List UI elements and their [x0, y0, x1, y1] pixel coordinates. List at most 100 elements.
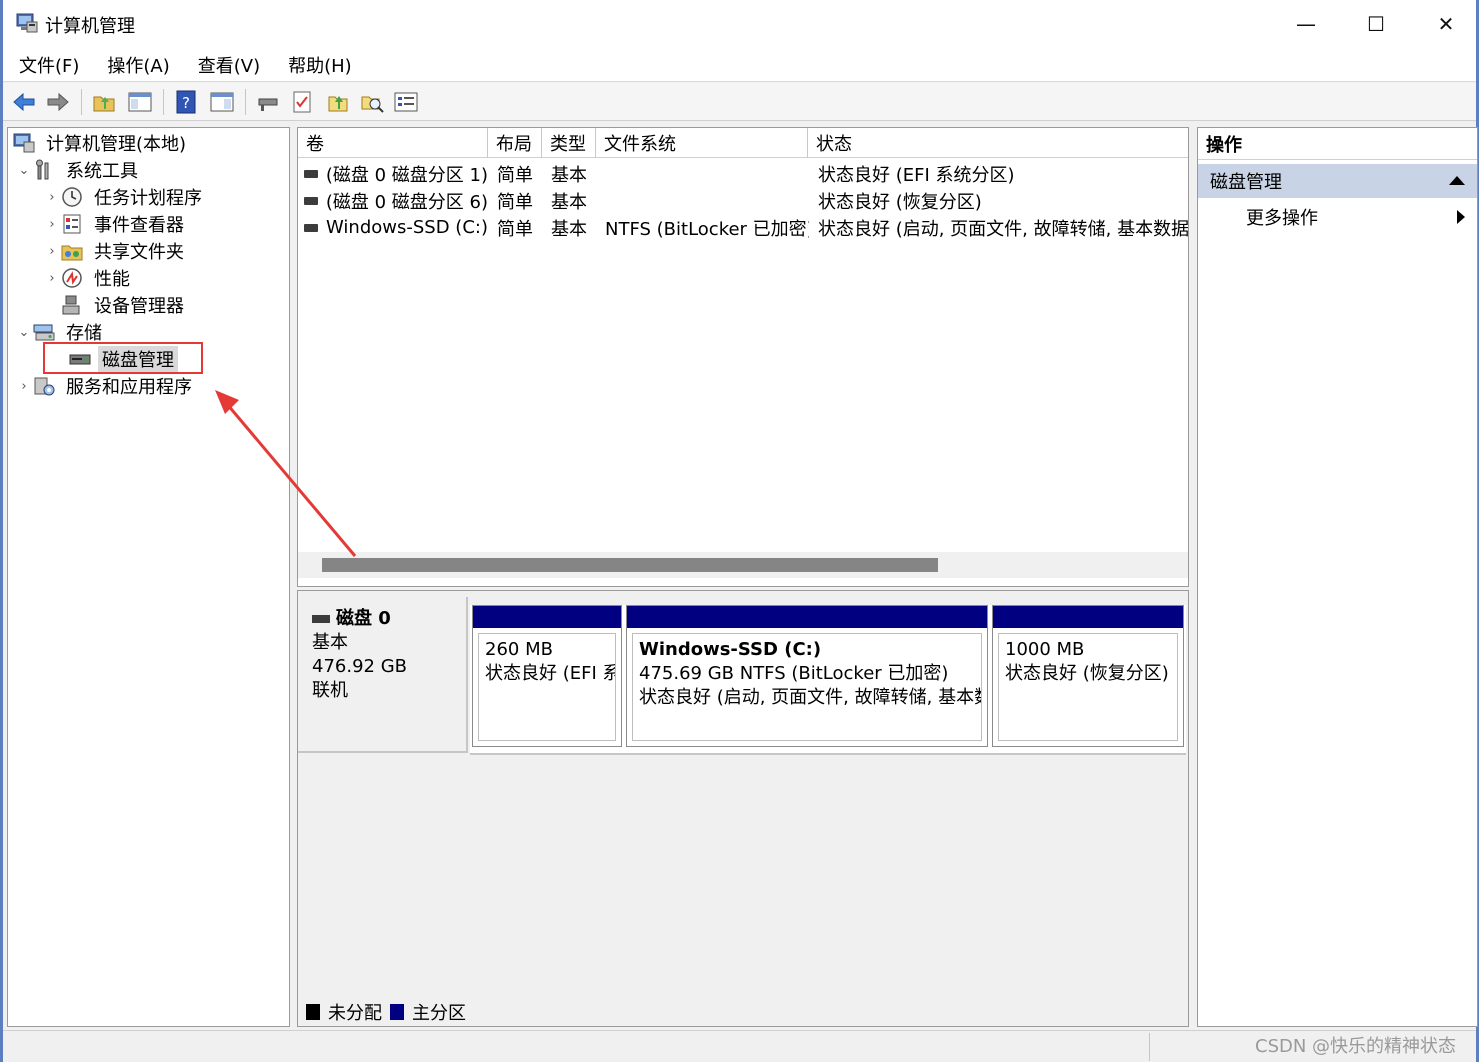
table-row[interactable]: Windows-SSD (C:) 简单 基本 NTFS (BitLocker 已… — [298, 214, 1188, 241]
cell-file-system: NTFS (BitLocker 已加密) — [605, 218, 809, 240]
close-button[interactable]: ✕ — [1423, 8, 1469, 40]
performance-icon — [62, 268, 82, 288]
primary-partition-bar — [473, 606, 621, 628]
search-folder-icon[interactable] — [359, 89, 385, 115]
menu-file[interactable]: 文件(F) — [17, 50, 81, 80]
title-bar[interactable]: 计算机管理 — ☐ ✕ — [3, 0, 1476, 48]
show-hide-action-pane-icon[interactable] — [209, 89, 235, 115]
submenu-arrow-icon[interactable] — [1457, 210, 1465, 224]
tree-label: 共享文件夹 — [94, 242, 184, 263]
chevron-right-icon[interactable]: › — [44, 217, 60, 232]
show-hide-tree-icon[interactable] — [127, 89, 153, 115]
partition-recovery[interactable]: 1000 MB 状态良好 (恢复分区) — [992, 605, 1184, 747]
window-title: 计算机管理 — [45, 16, 135, 37]
export-list-icon[interactable] — [325, 89, 351, 115]
forward-arrow-icon[interactable] — [45, 89, 71, 115]
cell-type: 基本 — [551, 191, 587, 213]
scrollbar-thumb[interactable] — [322, 558, 938, 572]
horizontal-scrollbar[interactable] — [298, 552, 1188, 578]
chevron-down-icon[interactable]: ⌄ — [16, 325, 32, 340]
cell-volume-text: Windows-SSD (C:) — [326, 217, 488, 238]
volume-icon — [304, 223, 319, 232]
checklist-icon[interactable] — [289, 89, 315, 115]
up-folder-icon[interactable] — [91, 89, 117, 115]
tree-label: 服务和应用程序 — [66, 377, 192, 398]
menu-view[interactable]: 查看(V) — [196, 50, 262, 80]
event-viewer-icon — [63, 214, 81, 234]
cell-volume: Windows-SSD (C:) — [304, 214, 488, 241]
properties-icon[interactable] — [393, 89, 419, 115]
chevron-right-icon[interactable]: › — [44, 190, 60, 205]
shared-folder-icon — [61, 245, 83, 261]
tree-item-task-scheduler[interactable]: › 任务计划程序 — [44, 184, 206, 210]
partition-size: 260 MB — [485, 639, 553, 660]
minimize-button[interactable]: — — [1283, 8, 1329, 40]
disk-type: 基本 — [312, 632, 348, 653]
toolbar-separator — [245, 89, 246, 115]
volume-list-pane: 卷 布局 类型 文件系统 状态 (磁盘 0 磁盘分区 1) 简单 基本 状态良好… — [297, 127, 1189, 587]
tree-label: 性能 — [94, 269, 130, 290]
tree-label: 设备管理器 — [94, 296, 184, 317]
storage-icon — [33, 324, 55, 341]
annotation-highlight-box — [43, 342, 203, 374]
partition-windows-ssd[interactable]: Windows-SSD (C:) 475.69 GB NTFS (BitLock… — [626, 605, 988, 747]
column-header-file-system[interactable]: 文件系统 — [596, 128, 808, 158]
chevron-right-icon[interactable]: › — [44, 244, 60, 259]
collapse-triangle-icon[interactable] — [1449, 176, 1465, 185]
table-row[interactable]: (磁盘 0 磁盘分区 1) 简单 基本 状态良好 (EFI 系统分区) — [298, 160, 1188, 187]
actions-section-disk-management[interactable]: 磁盘管理 — [1198, 164, 1477, 198]
column-header-volume[interactable]: 卷 — [298, 128, 488, 158]
tree-item-event-viewer[interactable]: › 事件查看器 — [44, 211, 188, 237]
console-tree-pane: 计算机管理(本地) ⌄ 系统工具 › 任务计划程序 › 事件查看器 › 共享文件… — [7, 127, 290, 1027]
disk-size: 476.92 GB — [312, 656, 408, 677]
column-header-type[interactable]: 类型 — [542, 128, 596, 158]
chevron-right-icon[interactable]: › — [16, 379, 32, 394]
cell-status: 状态良好 (EFI 系统分区) — [818, 164, 1015, 186]
tree-label: 系统工具 — [66, 161, 138, 182]
tree-item-device-manager[interactable]: 设备管理器 — [60, 292, 188, 318]
menu-help[interactable]: 帮助(H) — [286, 50, 354, 80]
maximize-button[interactable]: ☐ — [1353, 8, 1399, 40]
menu-action[interactable]: 操作(A) — [105, 50, 171, 80]
connect-icon[interactable] — [255, 89, 281, 115]
help-icon[interactable]: ? — [173, 89, 199, 115]
partition-size: 1000 MB — [1005, 639, 1085, 660]
tree-item-shared-folders[interactable]: › 共享文件夹 — [44, 238, 188, 264]
disk-title: 磁盘 0 — [312, 607, 452, 631]
table-row[interactable]: (磁盘 0 磁盘分区 6) 简单 基本 状态良好 (恢复分区) — [298, 187, 1188, 214]
actions-section-label: 磁盘管理 — [1210, 172, 1282, 193]
tree-item-computer-management-local[interactable]: 计算机管理(本地) — [12, 130, 190, 156]
partition-details: 260 MB 状态良好 (EFI 系统分区) — [478, 633, 616, 741]
column-header-layout[interactable]: 布局 — [488, 128, 542, 158]
cell-file-system — [605, 187, 809, 214]
tree-label: 事件查看器 — [94, 215, 184, 236]
legend: 未分配 主分区 — [306, 999, 466, 1025]
partition-status: 状态良好 (恢复分区) — [1005, 663, 1169, 684]
volume-icon — [304, 196, 318, 205]
chevron-down-icon[interactable]: ⌄ — [16, 163, 32, 178]
chevron-right-icon[interactable]: › — [44, 271, 60, 286]
more-actions-item[interactable]: 更多操作 — [1246, 204, 1318, 230]
disk-name: 磁盘 0 — [336, 608, 391, 629]
device-manager-icon — [62, 295, 80, 315]
tree-label: 计算机管理(本地) — [46, 134, 187, 155]
cell-layout: 简单 — [497, 218, 533, 240]
cell-volume-text: (磁盘 0 磁盘分区 1) — [325, 164, 488, 186]
tree-item-performance[interactable]: › 性能 — [44, 265, 134, 291]
cell-layout: 简单 — [497, 191, 533, 213]
toolbar-separator — [81, 89, 82, 115]
computer-management-icon — [13, 133, 35, 153]
legend-label-unallocated: 未分配 — [328, 1003, 382, 1024]
disk-0-label[interactable]: 磁盘 0 基本 476.92 GB 联机 — [298, 597, 468, 753]
disk-icon — [312, 615, 330, 623]
partition-map: 260 MB 状态良好 (EFI 系统分区) Windows-SSD (C:) … — [470, 605, 1186, 755]
clock-icon — [62, 187, 82, 207]
cell-volume-text: (磁盘 0 磁盘分区 6) — [325, 191, 488, 213]
column-header-status[interactable]: 状态 — [808, 128, 1188, 158]
disk-state: 联机 — [312, 680, 348, 701]
tree-item-services-and-applications[interactable]: › 服务和应用程序 — [16, 373, 196, 399]
actions-header: 操作 — [1198, 128, 1477, 160]
tree-item-system-tools[interactable]: ⌄ 系统工具 — [16, 157, 142, 183]
back-arrow-icon[interactable] — [11, 89, 37, 115]
partition-efi[interactable]: 260 MB 状态良好 (EFI 系统分区) — [472, 605, 622, 747]
